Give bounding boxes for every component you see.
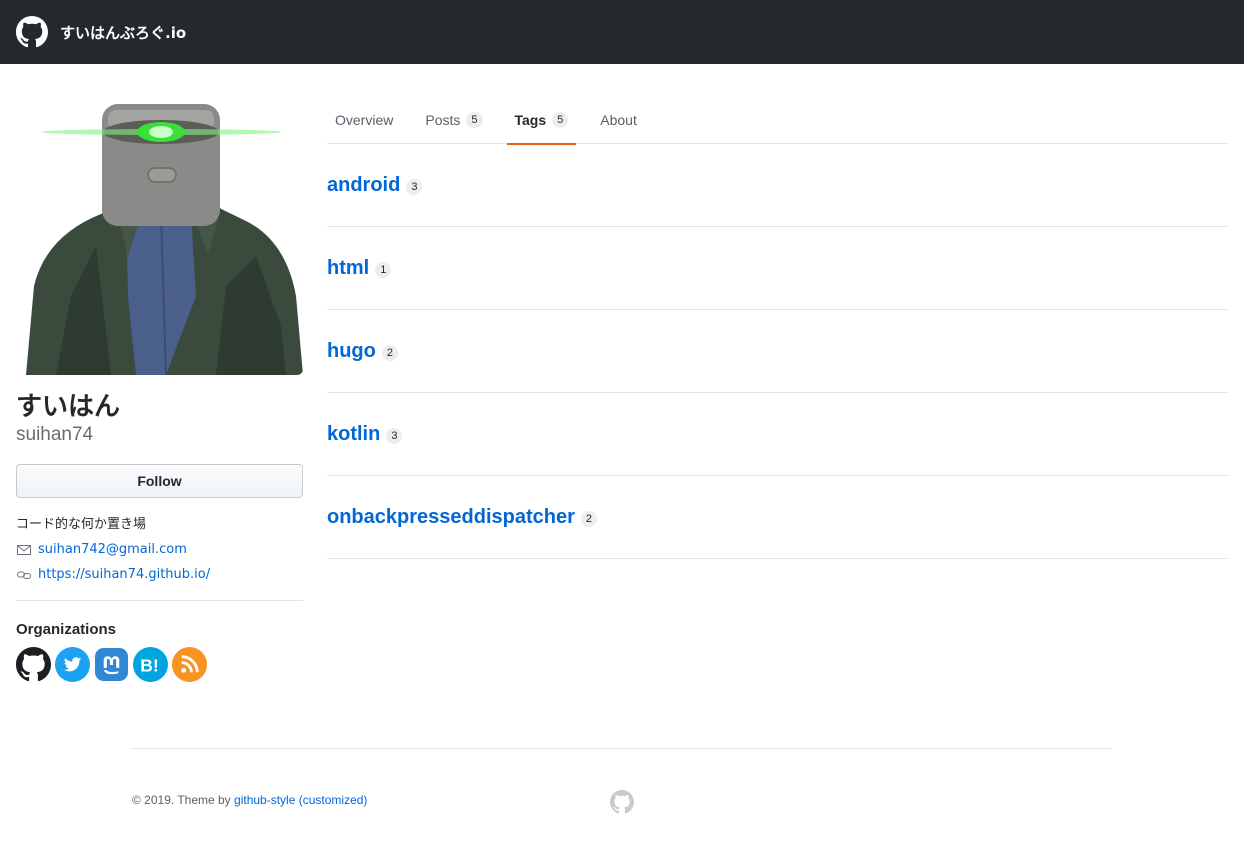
profile-tabs: Overview Posts 5 Tags 5 About	[327, 96, 1228, 145]
footer-prefix: © 2019. Theme by	[132, 793, 235, 807]
tab-tags[interactable]: Tags 5	[506, 97, 577, 145]
tab-posts[interactable]: Posts 5	[417, 97, 490, 145]
tab-counter: 5	[466, 112, 483, 128]
tag-count: 3	[406, 179, 423, 195]
profile-name: すいはん	[16, 392, 121, 422]
tag-count: 2	[381, 345, 398, 361]
list-item: html 1	[327, 227, 1228, 310]
tab-label: About	[600, 112, 637, 128]
organizations-list: B!	[16, 647, 303, 682]
tag-count: 2	[580, 511, 597, 527]
rss-icon[interactable]	[172, 647, 207, 682]
list-item: android 3	[327, 144, 1228, 227]
tab-overview[interactable]: Overview	[327, 97, 401, 145]
customized-link[interactable]: (customized)	[299, 793, 368, 807]
follow-button[interactable]: Follow	[16, 464, 303, 498]
github-icon[interactable]	[16, 16, 48, 48]
tab-label: Overview	[335, 112, 394, 128]
sidebar-divider	[16, 600, 303, 601]
list-item: hugo 2	[327, 310, 1228, 393]
site-footer: © 2019. Theme by github-style (customize…	[132, 748, 1112, 814]
tab-about[interactable]: About	[592, 97, 645, 145]
tag-link[interactable]: onbackpresseddispatcher	[327, 506, 575, 529]
footer-copyright: © 2019. Theme by github-style (customize…	[132, 793, 367, 807]
github-icon[interactable]	[16, 647, 51, 682]
tag-list: android 3 html 1 hugo 2 kotlin 3 onbackp…	[327, 144, 1228, 559]
avatar[interactable]	[16, 96, 303, 375]
tag-link[interactable]: html	[327, 257, 369, 280]
profile-website-link[interactable]: https://suihan74.github.io/	[38, 567, 210, 583]
mail-icon	[17, 545, 31, 555]
list-item: onbackpresseddispatcher 2	[327, 476, 1228, 559]
tab-label: Posts	[425, 112, 461, 128]
profile-username: suihan74	[16, 424, 94, 445]
tag-link[interactable]: hugo	[327, 340, 376, 363]
link-icon	[17, 571, 31, 579]
mastodon-icon[interactable]	[94, 647, 129, 682]
profile-bio: コード的な何か置き場	[16, 517, 147, 532]
tag-count: 1	[375, 262, 392, 278]
main-content: Overview Posts 5 Tags 5 About android 3 …	[327, 96, 1228, 559]
profile-website-item: https://suihan74.github.io/	[16, 567, 303, 583]
tab-label: Tags	[514, 112, 547, 128]
tag-count: 3	[386, 428, 403, 444]
hatena-bookmark-icon[interactable]: B!	[133, 647, 168, 682]
github-icon[interactable]	[610, 790, 634, 814]
tab-counter: 5	[552, 112, 569, 128]
twitter-icon[interactable]	[55, 647, 90, 682]
profile-sidebar: すいはん suihan74 Follow コード的な何か置き場 suihan74…	[16, 96, 303, 682]
profile-email-link[interactable]: suihan742@gmail.com	[38, 542, 187, 558]
svg-text:B!: B!	[140, 655, 158, 675]
site-header: すいはんぶろぐ.io	[0, 0, 1244, 64]
tag-link[interactable]: kotlin	[327, 423, 380, 446]
organizations-title: Organizations	[16, 621, 117, 638]
profile-email-item: suihan742@gmail.com	[16, 542, 303, 558]
theme-link[interactable]: github-style	[234, 793, 295, 807]
tag-link[interactable]: android	[327, 174, 400, 197]
site-title-link[interactable]: すいはんぶろぐ.io	[60, 22, 186, 43]
list-item: kotlin 3	[327, 393, 1228, 476]
